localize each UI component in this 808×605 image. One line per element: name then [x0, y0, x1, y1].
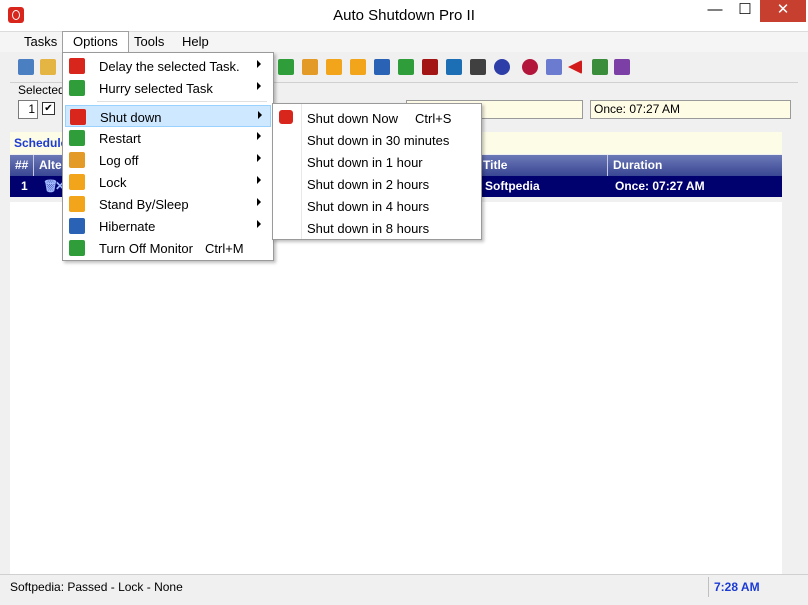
monitor-icon: [69, 240, 85, 256]
camera-tool-icon[interactable]: [470, 59, 486, 75]
row-num: 1: [21, 179, 28, 193]
books-tool-icon[interactable]: [614, 59, 630, 75]
submenu-item-label: Shut down Now: [307, 111, 399, 126]
logoff-tool-icon[interactable]: [302, 59, 318, 75]
shutdown-submenu: Shut down Now Ctrl+S Shut down in 30 min…: [272, 103, 482, 240]
selected-label: Selected: [18, 83, 65, 97]
status-text: Softpedia: Passed - Lock - None: [10, 580, 183, 594]
menu-item-label: Restart: [99, 131, 141, 146]
menu-item-label: Turn Off Monitor: [99, 241, 193, 256]
header-num[interactable]: ##: [10, 155, 34, 176]
status-time: 7:28 AM: [714, 580, 760, 594]
lock-icon: [69, 174, 85, 190]
menu-item-shortcut: Ctrl+M: [205, 241, 244, 256]
header-title[interactable]: Title: [478, 155, 608, 176]
submenu-item-label: Shut down in 4 hours: [307, 199, 430, 214]
submenu-item-now[interactable]: Shut down Now Ctrl+S: [273, 107, 481, 129]
menu-item-hibernate[interactable]: Hibernate: [65, 215, 271, 237]
window-title: Auto Shutdown Pro II: [333, 7, 475, 24]
hibernate-tool-icon[interactable]: [374, 59, 390, 75]
menu-item-label: Lock: [99, 175, 127, 190]
menu-item-shutdown[interactable]: Shut down: [65, 105, 271, 127]
menu-item-delay[interactable]: Delay the selected Task.: [65, 55, 271, 77]
menu-tasks[interactable]: Tasks: [14, 32, 67, 52]
delay-icon: [69, 58, 85, 74]
menu-item-hurry[interactable]: Hurry selected Task: [65, 77, 271, 99]
options-menu: Delay the selected Task. Hurry selected …: [62, 52, 274, 261]
submenu-arrow-icon: [257, 132, 261, 140]
help-tool-icon[interactable]: [494, 59, 510, 75]
submenu-item-8hours[interactable]: Shut down in 8 hours: [273, 217, 481, 239]
menu-item-label: Stand By/Sleep: [99, 197, 189, 212]
title-bar: Auto Shutdown Pro II — ☐ ✕: [0, 0, 808, 32]
status-divider: [708, 577, 709, 597]
menu-bar: Tasks Options Tools Help: [0, 31, 808, 52]
ftp-tool-icon[interactable]: [522, 59, 538, 75]
submenu-item-label: Shut down in 2 hours: [307, 177, 430, 192]
submenu-arrow-icon: [257, 220, 261, 228]
menu-item-label: Log off: [99, 153, 139, 168]
task-time-field[interactable]: Once: 07:27 AM: [590, 100, 791, 119]
minimize-button[interactable]: —: [700, 0, 730, 22]
menu-separator: [97, 101, 267, 102]
hibernate-icon: [69, 218, 85, 234]
lock-tool-icon[interactable]: [326, 59, 342, 75]
menu-item-restart[interactable]: Restart: [65, 127, 271, 149]
tasks-tool-icon[interactable]: [592, 59, 608, 75]
submenu-item-2hours[interactable]: Shut down in 2 hours: [273, 173, 481, 195]
menu-item-logoff[interactable]: Log off: [65, 149, 271, 171]
submenu-item-30min[interactable]: Shut down in 30 minutes: [273, 129, 481, 151]
menu-tools[interactable]: Tools: [124, 32, 174, 52]
sleep-tool-icon[interactable]: [350, 59, 366, 75]
maximize-button[interactable]: ☐: [730, 0, 760, 22]
back-arrow-icon[interactable]: [568, 60, 582, 74]
submenu-item-shortcut: Ctrl+S: [415, 111, 452, 126]
submenu-arrow-icon: [257, 154, 261, 162]
submenu-arrow-icon: [257, 176, 261, 184]
shutdown-now-icon: [279, 110, 293, 124]
header-duration[interactable]: Duration: [608, 155, 782, 176]
shutdown-icon: [70, 109, 86, 125]
menu-item-label: Hurry selected Task: [99, 81, 213, 96]
new-task-icon[interactable]: [18, 59, 34, 75]
schedule-label: Schedule: [14, 136, 68, 150]
menu-item-sleep[interactable]: Stand By/Sleep: [65, 193, 271, 215]
menu-item-label: Delay the selected Task.: [99, 59, 240, 74]
selected-number-field[interactable]: 1: [18, 100, 38, 119]
status-bar: Softpedia: Passed - Lock - None 7:28 AM: [0, 574, 808, 599]
submenu-item-4hours[interactable]: Shut down in 4 hours: [273, 195, 481, 217]
restart-tool-icon[interactable]: [278, 59, 294, 75]
menu-item-label: Shut down: [100, 110, 162, 125]
checklist-tool-icon[interactable]: [546, 59, 562, 75]
submenu-arrow-icon: [257, 82, 261, 90]
logoff-icon: [69, 152, 85, 168]
restart-icon: [69, 130, 85, 146]
hurry-icon: [69, 80, 85, 96]
submenu-arrow-icon: [257, 60, 261, 68]
menu-help[interactable]: Help: [172, 32, 219, 52]
close-button[interactable]: ✕: [760, 0, 806, 22]
submenu-item-label: Shut down in 8 hours: [307, 221, 430, 236]
row-duration: Once: 07:27 AM: [615, 179, 705, 193]
submenu-arrow-icon: [258, 111, 262, 119]
submenu-item-1hour[interactable]: Shut down in 1 hour: [273, 151, 481, 173]
menu-options[interactable]: Options: [62, 31, 129, 52]
menu-item-monitor[interactable]: Turn Off Monitor Ctrl+M: [65, 237, 271, 259]
submenu-item-label: Shut down in 1 hour: [307, 155, 423, 170]
row-title: Softpedia: [485, 179, 540, 193]
selected-checkbox[interactable]: ✔: [42, 102, 55, 115]
sleep-icon: [69, 196, 85, 212]
submenu-arrow-icon: [257, 198, 261, 206]
info-tool-icon[interactable]: [446, 59, 462, 75]
monitor-tool-icon[interactable]: [398, 59, 414, 75]
menu-item-label: Hibernate: [99, 219, 156, 234]
menu-item-lock[interactable]: Lock: [65, 171, 271, 193]
submenu-item-label: Shut down in 30 minutes: [307, 133, 450, 148]
save-tool-icon[interactable]: [422, 59, 438, 75]
open-folder-icon[interactable]: [40, 59, 56, 75]
